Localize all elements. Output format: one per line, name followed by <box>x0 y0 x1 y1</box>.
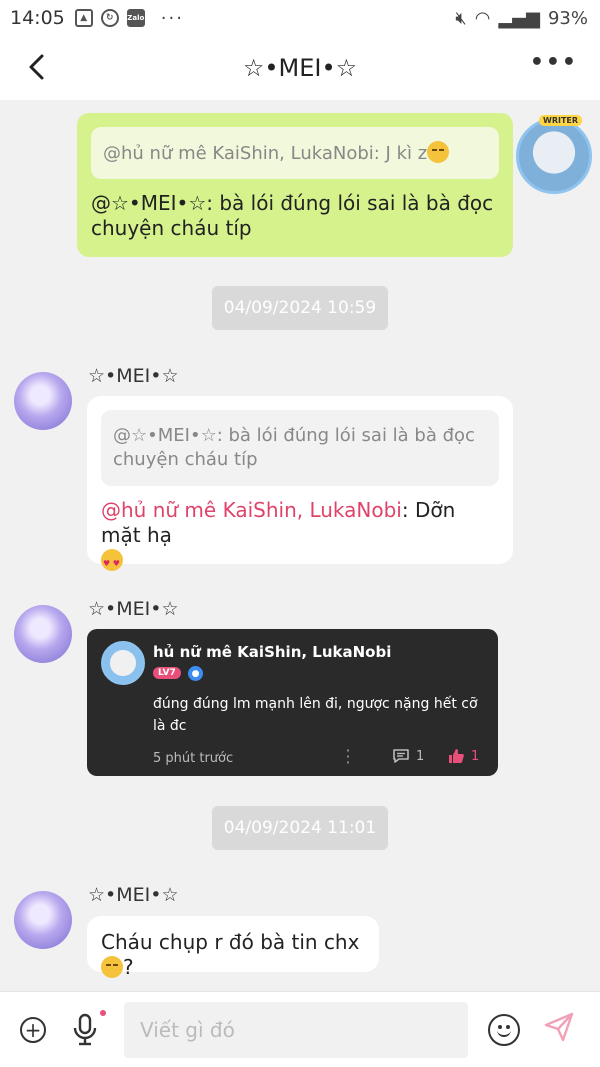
gallery-icon: ▲ <box>74 9 93 27</box>
mute-icon: 🔇︎ <box>455 7 467 29</box>
chat-header: ☆•MEI•☆ ••• <box>0 36 600 100</box>
shared-comment-card[interactable]: hủ nữ mê KaiShin, LukaNobi LV7 ● đúng đú… <box>87 629 498 776</box>
wifi-icon: ◠ <box>474 7 491 29</box>
emoji-picker-icon[interactable] <box>488 1014 520 1046</box>
like-button[interactable]: 1 <box>447 747 479 765</box>
message-text: Cháu chụp r đó bà tin chx? <box>101 930 365 980</box>
level-badge: LV7 <box>153 667 181 679</box>
incoming-message[interactable]: @☆•MEI•☆: bà lói đúng lói sai là bà đọc … <box>87 396 513 576</box>
like-count: 1 <box>471 748 480 764</box>
sender-avatar[interactable] <box>14 605 72 663</box>
heart-eyes-emoji-icon <box>101 549 123 576</box>
message-text: @hủ nữ mê KaiShin, LukaNobi: Dỡn mặt hạ <box>101 498 499 576</box>
thumbs-up-icon <box>449 749 464 763</box>
my-avatar[interactable]: WRITER <box>516 115 592 194</box>
comment-count-button[interactable]: 1 <box>392 748 424 764</box>
back-button[interactable] <box>20 50 54 84</box>
sender-name: ☆•MEI•☆ <box>88 884 179 906</box>
composer-bar: + <box>0 991 600 1067</box>
quoted-text: @hủ nữ mê KaiShin, LukaNobi: J kì z <box>103 143 428 164</box>
sender-name: ☆•MEI•☆ <box>88 598 179 620</box>
comment-author-avatar[interactable] <box>101 641 145 685</box>
quoted-message: @hủ nữ mê KaiShin, LukaNobi: J kì z <box>91 127 499 179</box>
vertical-dots-icon[interactable]: · · · <box>345 743 351 771</box>
microphone-icon[interactable] <box>72 1013 98 1047</box>
add-attachment-button[interactable]: + <box>20 1017 46 1043</box>
notification-dot <box>100 1010 106 1016</box>
sender-avatar[interactable] <box>14 372 72 430</box>
disappointed-emoji-icon <box>427 141 450 163</box>
comment-time: 5 phút trước <box>153 751 234 766</box>
battery-level: 93% <box>547 7 588 29</box>
comment-author-name[interactable]: hủ nữ mê KaiShin, LukaNobi <box>153 643 391 661</box>
message-text: @☆•MEI•☆: bà lói đúng lói sai là bà đọc … <box>91 191 494 240</box>
sync-icon: ↻ <box>100 9 119 27</box>
chat-title: ☆•MEI•☆ <box>242 54 358 82</box>
signal-icon: ▂▄▆ <box>498 7 540 29</box>
timestamp-divider: 04/09/2024 10:59 <box>212 286 388 330</box>
status-icons: ▲ ↻ Zalo ··· <box>74 7 184 29</box>
plus-icon: + <box>24 1018 42 1042</box>
comment-text: đúng đúng lm mạnh lên đi, ngược nặng hết… <box>153 696 478 734</box>
writer-badge: WRITER <box>539 115 583 126</box>
sender-name: ☆•MEI•☆ <box>88 365 179 387</box>
message-suffix: ? <box>123 955 134 979</box>
droplet-badge-icon: ● <box>188 666 203 681</box>
send-icon[interactable] <box>542 1010 576 1044</box>
sender-avatar[interactable] <box>14 891 72 949</box>
chevron-left-icon <box>29 54 44 80</box>
message-input[interactable] <box>124 1002 468 1058</box>
status-bar: 14:05 ▲ ↻ Zalo ··· 🔇︎ ◠ ▂▄▆ 93% <box>0 0 600 36</box>
comment-icon <box>393 749 409 763</box>
mention-link[interactable]: @hủ nữ mê KaiShin, LukaNobi <box>101 498 402 522</box>
pensive-emoji-icon <box>101 956 123 978</box>
more-options-button[interactable]: ••• <box>530 50 578 75</box>
status-time: 14:05 <box>10 7 65 29</box>
zalo-icon: Zalo <box>126 9 145 27</box>
comment-count: 1 <box>416 748 425 764</box>
message-body: Cháu chụp r đó bà tin chx <box>101 930 360 954</box>
outgoing-message[interactable]: @hủ nữ mê KaiShin, LukaNobi: J kì z @☆•M… <box>77 113 513 257</box>
timestamp-divider: 04/09/2024 11:01 <box>212 806 388 850</box>
more-notifications-icon: ··· <box>160 7 184 29</box>
quoted-message: @☆•MEI•☆: bà lói đúng lói sai là bà đọc … <box>101 410 499 486</box>
incoming-message[interactable]: Cháu chụp r đó bà tin chx? <box>87 916 379 979</box>
